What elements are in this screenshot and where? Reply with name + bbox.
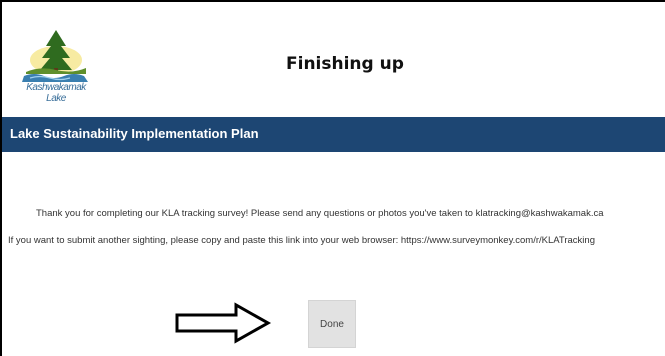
survey-page: Kashwakamak Lake Finishing up Lake Susta… [0,0,665,356]
thank-you-message: Thank you for completing our KLA trackin… [36,208,604,219]
resubmit-message: If you want to submit another sighting, … [8,235,595,246]
header: Kashwakamak Lake Finishing up [2,2,665,112]
tree-lake-logo-icon [22,30,88,82]
right-arrow-icon [174,302,272,344]
survey-title: Lake Sustainability Implementation Plan [10,126,259,141]
done-button[interactable]: Done [308,300,356,348]
logo-text: Kashwakamak Lake [26,82,86,104]
page-title: Finishing up [286,54,404,74]
survey-banner: Lake Sustainability Implementation Plan [2,117,665,152]
lake-logo: Kashwakamak Lake [20,26,92,104]
